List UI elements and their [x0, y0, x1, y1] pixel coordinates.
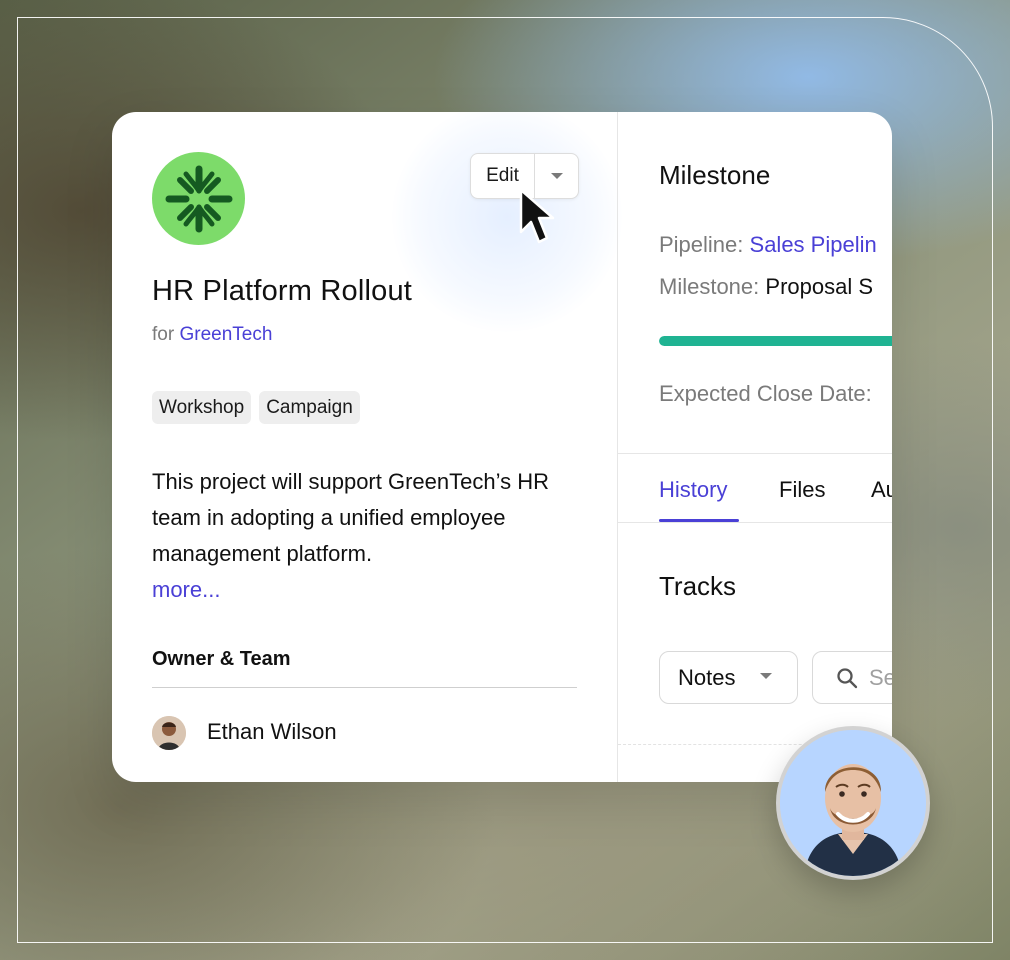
- edit-highlight-glow: [392, 112, 622, 332]
- mouse-pointer-icon: [519, 188, 555, 244]
- notes-filter-select[interactable]: Notes: [659, 651, 798, 704]
- avatar[interactable]: [152, 716, 186, 750]
- search-input[interactable]: [869, 652, 892, 703]
- chevron-down-icon: [550, 173, 563, 179]
- tags-list: Workshop Campaign: [152, 391, 360, 424]
- pipeline-label: Pipeline:: [659, 232, 744, 257]
- owner-team-divider: [152, 687, 577, 688]
- profile-avatar[interactable]: [776, 726, 930, 880]
- chevron-down-icon: [760, 673, 772, 679]
- owner-team-heading: Owner & Team: [152, 648, 291, 670]
- search-box[interactable]: [812, 651, 892, 704]
- project-logo: [152, 152, 245, 245]
- tab-history[interactable]: History: [659, 477, 727, 503]
- tracks-title: Tracks: [659, 571, 737, 601]
- project-card: Edit HR Platform Rollout for GreenTech W…: [112, 112, 892, 782]
- project-description-block: This project will support GreenTech’s HR…: [152, 464, 572, 608]
- milestone-label: Milestone:: [659, 274, 760, 299]
- owner-name[interactable]: Ethan Wilson: [207, 719, 337, 745]
- profile-person-icon: [780, 730, 926, 876]
- milestone-pane: Milestone Pipeline: Sales Pipelin Milest…: [617, 112, 892, 782]
- notes-filter-label: Notes: [678, 664, 736, 690]
- person-avatar-icon: [152, 716, 186, 750]
- expected-close-date: Expected Close Date:: [659, 381, 872, 406]
- tag-workshop[interactable]: Workshop: [152, 391, 252, 424]
- tag-campaign[interactable]: Campaign: [259, 391, 360, 424]
- project-description: This project will support GreenTech’s HR…: [152, 469, 549, 566]
- milestone-value: Proposal S: [765, 274, 874, 299]
- client-link[interactable]: GreenTech: [179, 324, 272, 345]
- milestone-panel-title: Milestone: [659, 160, 771, 190]
- project-client: for GreenTech: [152, 324, 272, 346]
- project-details-pane: Edit HR Platform Rollout for GreenTech W…: [112, 112, 622, 782]
- project-title: HR Platform Rollout: [152, 275, 413, 307]
- tabs-divider: [618, 522, 892, 523]
- more-link[interactable]: more...: [152, 577, 220, 602]
- search-icon: [837, 668, 858, 689]
- milestone-field: Milestone: Proposal S: [659, 274, 873, 300]
- client-prefix: for: [152, 324, 175, 345]
- milestone-progress-fill: [659, 336, 892, 346]
- tab-files[interactable]: Files: [779, 477, 825, 503]
- milestone-progress-bar: [659, 336, 892, 346]
- panel-divider: [618, 453, 892, 454]
- pipeline-field: Pipeline: Sales Pipelin: [659, 232, 877, 258]
- pipeline-link[interactable]: Sales Pipelin: [750, 232, 877, 257]
- tab-audit[interactable]: Au: [871, 477, 892, 503]
- green-asterisk-logo-icon: [165, 165, 232, 232]
